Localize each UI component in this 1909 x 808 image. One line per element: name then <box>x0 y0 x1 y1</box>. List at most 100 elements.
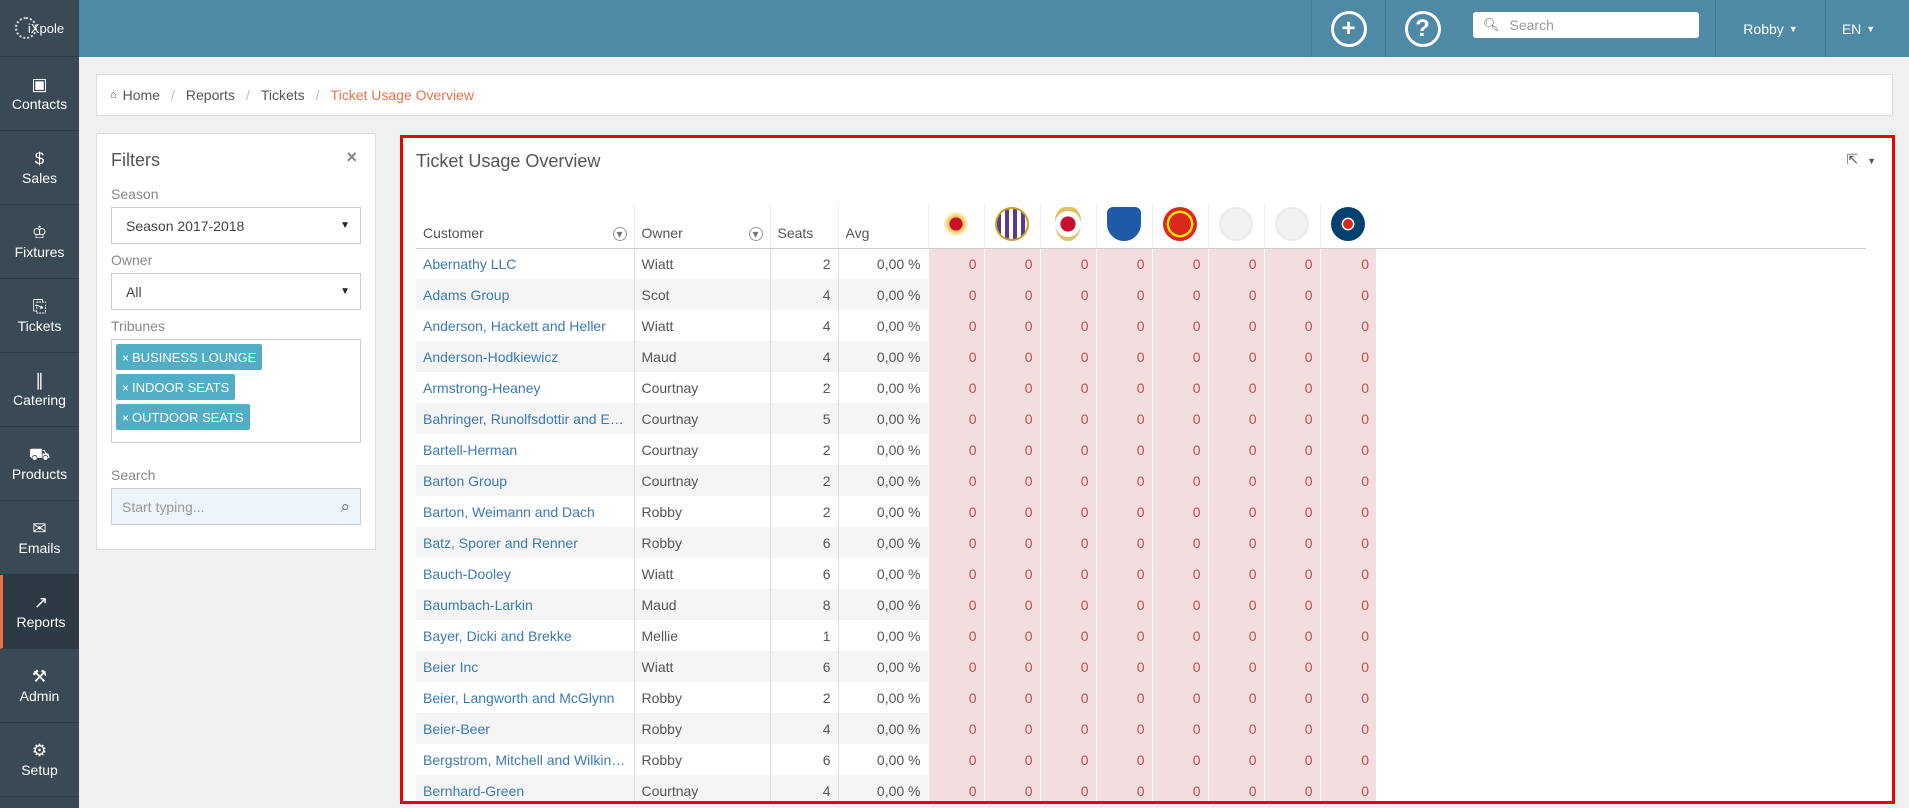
usage-cell: 0 <box>1151 465 1208 496</box>
plus-icon: + <box>1330 10 1367 47</box>
sidebar-item-tickets[interactable]: ⎘ Tickets <box>0 279 79 353</box>
usage-cell: 0 <box>1207 341 1264 372</box>
table-row: Anderson, Hackett and Heller Wiatt 4 0,00 %… <box>416 310 1866 341</box>
language-menu[interactable]: EN ▼ <box>1825 0 1891 57</box>
avg-cell: 0,00 % <box>837 682 928 713</box>
column-header-owner[interactable]: Owner ▾ <box>633 203 770 249</box>
app-logo[interactable]: iXpole <box>0 0 79 57</box>
sidebar-item-fixtures[interactable]: ♔ Fixtures <box>0 205 79 279</box>
row-spacer <box>1376 496 1866 527</box>
usage-cell: 0 <box>983 620 1040 651</box>
tribune-tag[interactable]: × OUTDOOR SEATS <box>116 404 250 430</box>
usage-cell: 0 <box>1151 496 1208 527</box>
usage-cell: 0 <box>1319 248 1376 279</box>
customer-link[interactable]: Anderson, Hackett and Heller <box>416 310 634 341</box>
sidebar-item-catering[interactable]: ∥ Catering <box>0 353 79 427</box>
remove-tag-icon[interactable]: × <box>122 351 129 365</box>
customer-link[interactable]: Barton, Weimann and Dach <box>416 496 634 527</box>
column-header-customer[interactable]: Customer ▾ <box>416 203 634 249</box>
sidebar-item-setup[interactable]: ⚙ Setup <box>0 723 79 797</box>
usage-cell: 0 <box>1263 620 1320 651</box>
sidebar-item-sales[interactable]: $ Sales <box>0 131 79 205</box>
filter-icon[interactable]: ▾ <box>748 226 763 241</box>
usage-cell: 0 <box>1151 713 1208 744</box>
breadcrumb-reports[interactable]: Reports <box>186 87 235 103</box>
customer-link[interactable]: Armstrong-Heaney <box>416 372 634 403</box>
usage-cell: 0 <box>927 341 984 372</box>
usage-cell: 0 <box>1039 434 1096 465</box>
seats-cell: 2 <box>769 372 838 403</box>
usage-cell: 0 <box>1039 403 1096 434</box>
global-search-input[interactable]: 🔍︎ Search <box>1473 12 1699 38</box>
breadcrumb-home[interactable]: Home <box>123 87 160 103</box>
sidebar-item-label: Emails <box>18 539 61 556</box>
close-icon[interactable]: × <box>346 147 357 168</box>
season-select[interactable]: Season 2017-2018 ▼ <box>111 207 361 244</box>
owner-select[interactable]: All ▼ <box>111 273 361 310</box>
tribunes-multiselect[interactable]: × BUSINESS LOUNGE × INDOOR SEATS × OUTDOOR … <box>111 339 361 443</box>
customer-link[interactable]: Batz, Sporer and Renner <box>416 527 634 558</box>
customer-link[interactable]: Beier, Langworth and McGlynn <box>416 682 634 713</box>
sidebar-item-products[interactable]: ⛟ Products <box>0 427 79 501</box>
usage-cell: 0 <box>1319 620 1376 651</box>
customer-link[interactable]: Bergstrom, Mitchell and Wilkins... <box>416 744 634 775</box>
help-button[interactable]: ? <box>1385 0 1459 57</box>
filter-search-input[interactable]: Start typing... ⌕ <box>111 488 361 525</box>
usage-cell: 0 <box>1151 682 1208 713</box>
usage-cell: 0 <box>983 279 1040 310</box>
row-spacer <box>1376 279 1866 310</box>
sidebar-item-emails[interactable]: ✉ Emails <box>0 501 79 575</box>
remove-tag-icon[interactable]: × <box>122 411 129 425</box>
header-label: Customer <box>423 224 484 241</box>
customer-link[interactable]: Beier Inc <box>416 651 634 682</box>
usage-cell: 0 <box>1095 310 1152 341</box>
usage-cell: 0 <box>1151 775 1208 801</box>
customer-link[interactable]: Bartell-Herman <box>416 434 634 465</box>
customer-link[interactable]: Bernhard-Green <box>416 775 634 801</box>
language-code: EN <box>1841 20 1862 37</box>
table-row: Beier, Langworth and McGlynn Robby 2 0,00 %… <box>416 682 1866 713</box>
usage-cell: 0 <box>983 713 1040 744</box>
usage-cell: 0 <box>927 713 984 744</box>
owner-cell: Courtnay <box>633 372 770 403</box>
customer-link[interactable]: Anderson-Hodkiewicz <box>416 341 634 372</box>
placeholder-logo-icon <box>1219 206 1253 241</box>
export-menu[interactable]: ⇱ ▼ <box>1846 151 1876 168</box>
usage-cell: 0 <box>1319 372 1376 403</box>
usage-cell: 0 <box>1319 589 1376 620</box>
sidebar-item-admin[interactable]: ⚒ Admin <box>0 649 79 723</box>
customer-link[interactable]: Bayer, Dicki and Brekke <box>416 620 634 651</box>
customer-link[interactable]: Barton Group <box>416 465 634 496</box>
tribune-tag[interactable]: × BUSINESS LOUNGE <box>116 344 263 370</box>
remove-tag-icon[interactable]: × <box>122 381 129 395</box>
column-header-avg[interactable]: Avg <box>837 203 928 249</box>
customer-link[interactable]: Adams Group <box>416 279 634 310</box>
table-row: Beier Inc Wiatt 6 0,00 % 0 0 0 0 0 0 0 0 <box>416 651 1866 682</box>
sidebar-item-reports[interactable]: ↗ Reports <box>0 575 79 649</box>
usage-cell: 0 <box>1095 713 1152 744</box>
customer-link[interactable]: Bahringer, Runolfsdottir and Eff... <box>416 403 634 434</box>
customer-link[interactable]: Baumbach-Larkin <box>416 589 634 620</box>
customer-link[interactable]: Abernathy LLC <box>416 248 634 279</box>
usage-cell: 0 <box>1207 279 1264 310</box>
user-name: Robby <box>1743 20 1784 37</box>
search-placeholder: Start typing... <box>122 498 205 515</box>
usage-cell: 0 <box>1319 713 1376 744</box>
ticket-icon: ⎘ <box>32 296 47 316</box>
sidebar-item-contacts[interactable]: ▣ Contacts <box>0 57 79 131</box>
tribune-tag[interactable]: × INDOOR SEATS <box>116 374 236 400</box>
usage-cell: 0 <box>1263 310 1320 341</box>
customer-link[interactable]: Beier-Beer <box>416 713 634 744</box>
breadcrumb-tickets[interactable]: Tickets <box>261 87 305 103</box>
seats-cell: 6 <box>769 744 838 775</box>
usage-cell: 0 <box>1319 527 1376 558</box>
customer-link[interactable]: Bauch-Dooley <box>416 558 634 589</box>
genk-logo-icon <box>1107 206 1141 241</box>
user-menu[interactable]: Robby ▼ <box>1715 0 1825 57</box>
add-button[interactable]: + <box>1311 0 1385 57</box>
row-spacer <box>1376 372 1866 403</box>
filter-icon[interactable]: ▾ <box>612 226 627 241</box>
column-header-seats[interactable]: Seats <box>769 203 838 249</box>
seats-cell: 6 <box>769 527 838 558</box>
usage-cell: 0 <box>1095 341 1152 372</box>
